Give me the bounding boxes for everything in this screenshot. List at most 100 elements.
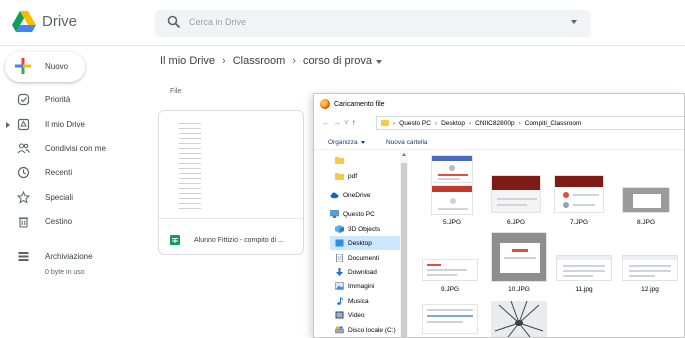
breadcrumb-item[interactable]: Il mio Drive [160, 55, 215, 67]
search-box[interactable]: Cerca in Drive [155, 10, 591, 37]
new-button[interactable]: Nuovo [5, 52, 85, 82]
dialog-titlebar[interactable]: Caricamento file [314, 94, 684, 114]
sidebar-item-label: Archiviazione [45, 252, 93, 261]
file-thumbnail [422, 259, 478, 281]
drive-icon [17, 118, 30, 131]
sidebar-item-label: Recenti [45, 168, 73, 177]
nav-item-label: 3D Objects [348, 226, 381, 233]
file-name: 5.JPG [442, 219, 462, 226]
nav-item-label: Video [348, 312, 365, 319]
back-icon[interactable]: ← [322, 118, 333, 127]
document-icon [336, 254, 343, 262]
nav-item-label: Musica [348, 298, 369, 305]
path-bar[interactable]: › Questo PC › Desktop › CNIIC82800p › Co… [376, 116, 684, 130]
sidebar-item-priority[interactable]: Priorità [0, 90, 150, 110]
file-list: 5.JPG 6.JPG 7.JPG 8.JPG 9.JPG 10.JPG 11.… [414, 151, 684, 337]
new-folder-button[interactable]: Nuova cartella [386, 139, 428, 146]
file-thumbnail [622, 187, 670, 213]
spider-photo-icon [494, 301, 544, 337]
plus-icon [15, 58, 31, 74]
organize-button[interactable]: Organizza [328, 139, 365, 146]
breadcrumb-current-label: corso di prova [302, 55, 373, 67]
nav-3d-objects[interactable]: 3D Objects [330, 222, 400, 236]
search-options-icon[interactable] [571, 20, 577, 24]
nav-music[interactable]: Musica [330, 294, 400, 308]
cube-icon [335, 225, 344, 233]
nav-folder-unnamed[interactable] [330, 153, 400, 167]
new-button-label: Nuovo [45, 62, 69, 71]
scrollbar-thumb[interactable] [401, 163, 407, 337]
file-name: 9.JPG [440, 286, 460, 293]
file-thumbnail [491, 301, 547, 337]
chevron-down-icon [360, 140, 365, 144]
path-segment[interactable]: Questo PC [399, 120, 431, 127]
breadcrumb-current[interactable]: corso di prova [302, 55, 383, 67]
folder-icon [335, 157, 344, 164]
file-name: 12.jpg [641, 286, 659, 293]
chevron-right-icon: › [292, 55, 296, 67]
nav-images[interactable]: Immagini [330, 279, 400, 293]
breadcrumb-item[interactable]: Classroom [233, 55, 286, 67]
path-segment[interactable]: Compiti_Classroom [525, 120, 582, 127]
file-name: 7.JPG [569, 219, 589, 226]
file-name: Alunno Fittizio - compito di ... [194, 237, 284, 244]
trash-icon [18, 217, 29, 228]
search-input[interactable]: Cerca in Drive [189, 17, 246, 27]
drive-header: Drive Cerca in Drive [0, 0, 685, 46]
disk-icon [335, 326, 344, 334]
forward-icon[interactable]: → [333, 118, 344, 127]
firefox-icon [320, 99, 330, 109]
drive-logo-icon[interactable] [11, 10, 37, 34]
address-bar: ←→˅↑ › Questo PC › Desktop › CNIIC82800p… [314, 114, 684, 132]
sidebar-item-label: Cestino [45, 217, 73, 226]
command-bar: Organizza Nuova cartella [314, 134, 684, 150]
organize-label: Organizza [328, 139, 358, 146]
nav-item-label: Disco locale (C:) [348, 327, 396, 334]
chevron-right-icon: › [393, 119, 396, 127]
chevron-down-icon [376, 60, 383, 64]
sidebar-item-my-drive[interactable]: Il mio Drive [0, 115, 150, 135]
sidebar-item-label: Speciali [45, 193, 74, 202]
nav-local-disk[interactable]: Disco locale (C:) [330, 323, 400, 337]
nav-item-label: Desktop [348, 240, 372, 247]
sidebar-item-recent[interactable]: Recenti [0, 163, 150, 183]
sidebar-item-starred[interactable]: Speciali [0, 188, 150, 208]
people-icon [17, 143, 30, 154]
nav-download[interactable]: Download [330, 265, 400, 279]
nav-item-label: Immagini [348, 283, 375, 290]
dialog-title: Caricamento file [334, 101, 385, 108]
nav-video[interactable]: Video [330, 308, 400, 322]
nav-folder-pdf[interactable]: pdf [330, 169, 400, 183]
file-thumbnail [491, 232, 547, 282]
cloud-icon [330, 192, 339, 199]
nav-onedrive[interactable]: OneDrive [330, 188, 400, 202]
sidebar-item-shared[interactable]: Condivisi con me [0, 139, 150, 159]
file-card[interactable]: Alunno Fittizio - compito di ... [158, 110, 304, 255]
nav-scrollbar[interactable] [400, 151, 408, 337]
music-icon [337, 297, 343, 305]
search-icon[interactable] [167, 15, 181, 29]
download-icon [336, 268, 343, 276]
file-upload-dialog: Caricamento file ←→˅↑ › Questo PC › Desk… [313, 93, 685, 338]
file-name: 6.JPG [506, 219, 526, 226]
nav-documents[interactable]: Documenti [330, 251, 400, 265]
image-icon [335, 282, 344, 290]
recent-locations-icon[interactable]: ˅ [344, 118, 352, 127]
sidebar-item-label: Il mio Drive [45, 120, 86, 129]
scroll-up-icon[interactable] [402, 153, 406, 156]
path-segment[interactable]: CNIIC82800p [475, 120, 514, 127]
nav-this-pc[interactable]: Questo PC [330, 207, 400, 221]
file-name: 10.JPG [508, 286, 530, 293]
file-thumbnail [159, 111, 303, 219]
up-arrow-icon[interactable]: ↑ [352, 118, 359, 127]
sidebar-item-label: Condivisi con me [45, 144, 106, 153]
expand-arrow-icon[interactable] [6, 122, 10, 128]
chevron-right-icon: › [469, 119, 472, 127]
nav-desktop[interactable]: Desktop [330, 236, 400, 250]
nav-item-label: pdf [348, 173, 358, 180]
path-segment[interactable]: Desktop [441, 120, 465, 127]
chevron-right-icon: › [434, 119, 438, 127]
file-thumbnail [491, 175, 541, 213]
sidebar-item-storage[interactable]: Archiviazione [0, 247, 150, 267]
sidebar-item-trash[interactable]: Cestino [0, 212, 150, 232]
